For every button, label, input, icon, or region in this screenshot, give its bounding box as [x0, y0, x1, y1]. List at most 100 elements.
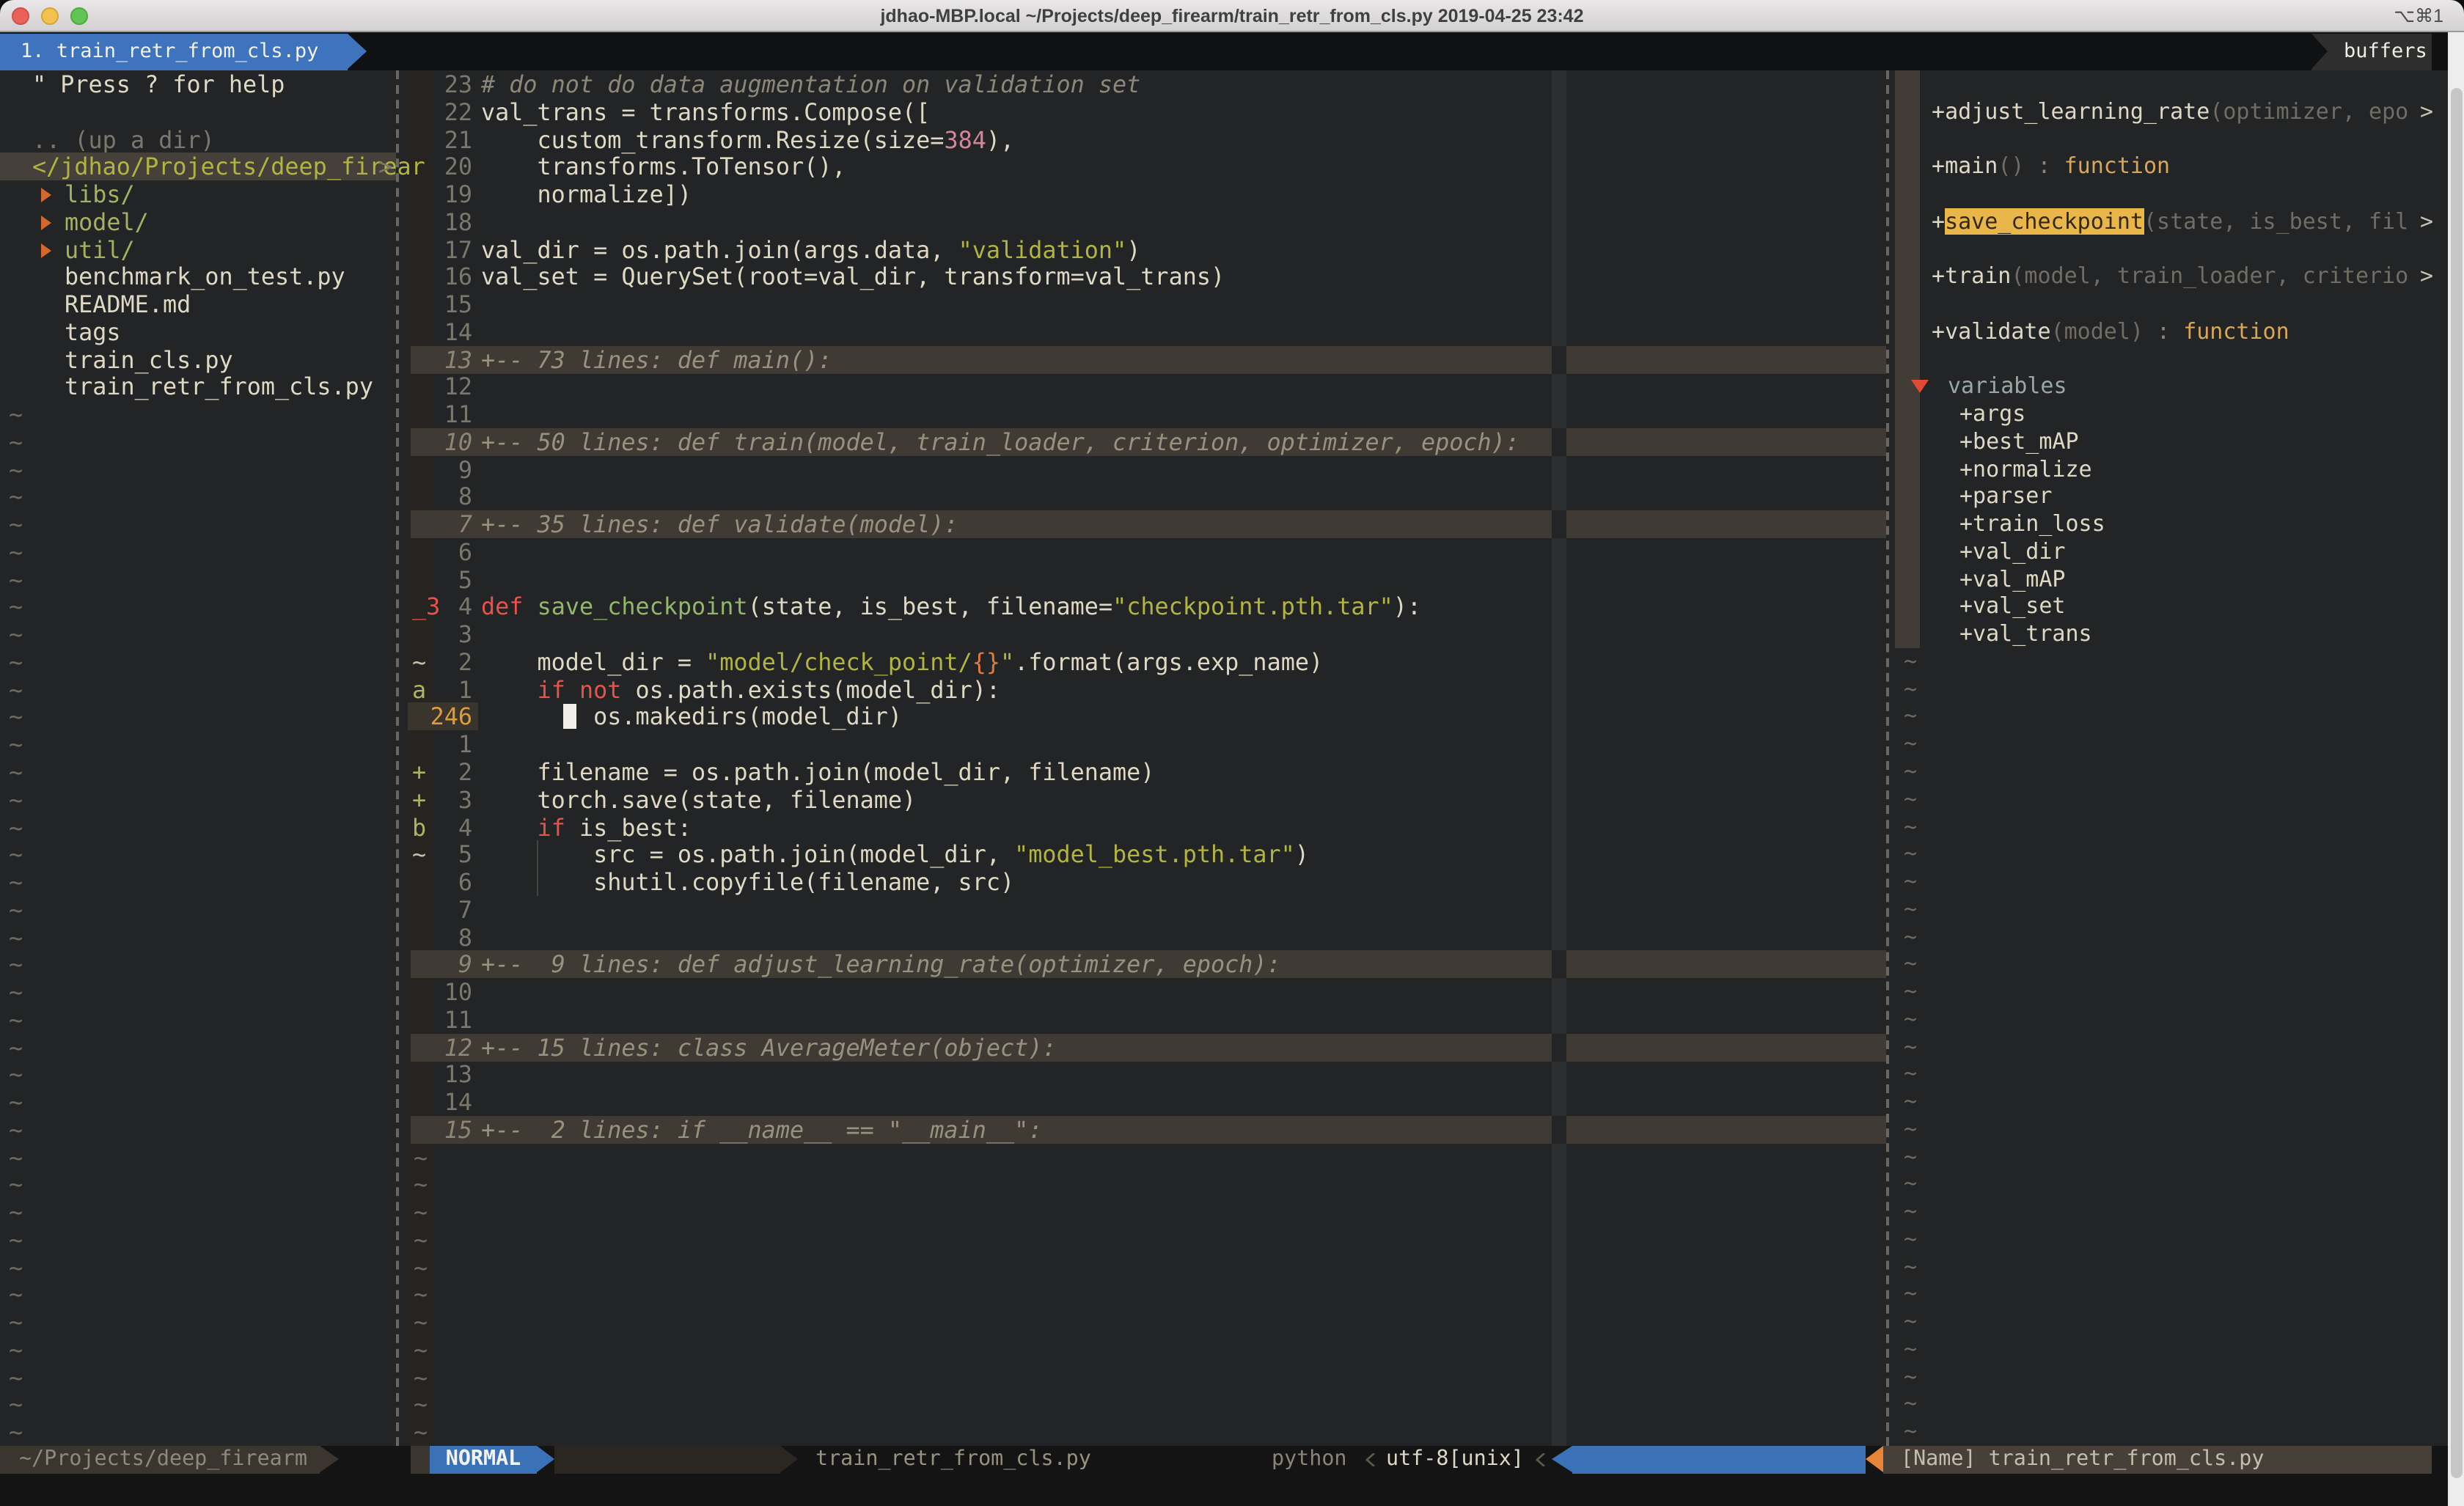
tilde-icon: ~: [1904, 675, 1917, 703]
screen: jdhao-MBP.local ~/Projects/deep_firearm/…: [0, 0, 2464, 1506]
git-segment: +8 ~3 -3 master⚡: [554, 1446, 780, 1474]
filler-tilde: ~: [0, 1336, 2448, 1364]
tilde-icon: ~: [1904, 1061, 1917, 1089]
filler-tilde: ~: [0, 703, 2448, 731]
truncation-marker: >: [2420, 208, 2433, 236]
tag-entry: +adjust_learning_rate(optimizer, epo: [1932, 98, 2408, 126]
terminal-content: 1. train_retr_from_cls.py buffers " Pres…: [0, 32, 2464, 1506]
filler-tilde: ~: [0, 1226, 2448, 1254]
tag-item-parser[interactable]: +parser: [0, 483, 2448, 511]
tag-item-val_mAP[interactable]: +val_mAP: [0, 565, 2448, 593]
tagbar-row: [0, 125, 2448, 153]
tagbar-separator[interactable]: [1886, 70, 1889, 1446]
tilde-icon: ~: [1904, 1281, 1917, 1309]
tag-name: +val_mAP: [1959, 565, 2066, 593]
tag-item-val_set[interactable]: +val_set: [0, 593, 2448, 621]
filler-tilde: ~: [0, 758, 2448, 786]
tag-kind-sep: :: [2024, 153, 2064, 180]
filler-tilde: ~: [0, 1253, 2448, 1281]
tag-kind-header: variables: [1948, 373, 2067, 401]
filler-tilde: ~: [0, 1171, 2448, 1199]
tilde-icon: ~: [1904, 1391, 1917, 1419]
tilde-icon: ~: [1904, 1143, 1917, 1171]
statusline-filename: train_retr_from_cls.py: [815, 1446, 1091, 1474]
tag-item-train[interactable]: +train(model, train_loader, criterio>: [0, 263, 2448, 291]
tag-signature: (model, train_loader, criterio: [2011, 263, 2408, 290]
tag-name: +val_set: [1959, 593, 2066, 621]
filler-tilde: ~: [0, 1198, 2448, 1226]
tag-item-best_mAP[interactable]: +best_mAP: [0, 428, 2448, 456]
tagbar-row: [0, 70, 2448, 98]
tag-item-val_trans[interactable]: +val_trans: [0, 620, 2448, 648]
filler-tilde: ~: [0, 868, 2448, 896]
command-line: [0, 1474, 2448, 1506]
filler-tilde: ~: [0, 1033, 2448, 1061]
scrollbar-thumb[interactable]: [2450, 88, 2462, 1478]
tag-item-normalize[interactable]: +normalize: [0, 455, 2448, 483]
chevron-left-icon: [1536, 1453, 1546, 1465]
tagbar-row: [0, 180, 2448, 208]
vim-windows: " Press ? for help.. (up a dir)</jdhao/P…: [0, 70, 2448, 1446]
tilde-icon: ~: [1904, 1336, 1917, 1364]
tilde-icon: ~: [1904, 868, 1917, 896]
filler-tilde: ~: [0, 951, 2448, 979]
filler-tilde: ~: [0, 730, 2448, 758]
tag-signature: (): [1998, 153, 2024, 180]
tag-name[interactable]: save_checkpoint: [1945, 208, 2144, 235]
tab-shortcut-hint: ⌥⌘1: [2394, 0, 2443, 32]
filler-tilde: ~: [0, 1281, 2448, 1309]
tag-name[interactable]: train: [1945, 263, 2011, 290]
tag-entry: +validate(model) : function: [1932, 318, 2289, 346]
nerdtree-separator[interactable]: [396, 70, 399, 1446]
nerdtree-statusline: ~/Projects/deep_firearm: [0, 1446, 320, 1474]
position-segment: 86% ☰ 246/284LN : 5: [1572, 1446, 1866, 1474]
tag-name[interactable]: main: [1945, 153, 1998, 180]
tag-name[interactable]: adjust_learning_rate: [1945, 98, 2210, 125]
filler-tilde: ~: [0, 813, 2448, 841]
tagbar-row: [0, 290, 2448, 318]
tag-entry: +save_checkpoint(state, is_best, fil: [1932, 208, 2408, 236]
tag-item-save_checkpoint[interactable]: +save_checkpoint(state, is_best, fil >: [0, 208, 2448, 236]
tag-entry: +train(model, train_loader, criterio: [1932, 263, 2408, 291]
tilde-icon: ~: [1904, 813, 1917, 841]
fold-open-icon[interactable]: [1911, 381, 1929, 394]
statusline-pad: [411, 1446, 430, 1474]
tag-item-validate[interactable]: +validate(model) : function: [0, 318, 2448, 346]
tag-item-val_dir[interactable]: +val_dir: [0, 538, 2448, 566]
filler-tilde: ~: [0, 1061, 2448, 1089]
tilde-icon: ~: [1904, 648, 1917, 676]
filler-tilde: ~: [0, 1088, 2448, 1116]
tilde-icon: ~: [1904, 1088, 1917, 1116]
powerline-arrow-icon: [1552, 1446, 1572, 1472]
buffers-label[interactable]: buffers: [2311, 34, 2432, 70]
tilde-icon: ~: [1904, 978, 1917, 1006]
tag-item-train_loss[interactable]: +train_loss: [0, 510, 2448, 538]
tilde-icon: ~: [1904, 1116, 1917, 1144]
tag-section-variables[interactable]: variables: [0, 373, 2448, 401]
tilde-icon: ~: [1904, 1253, 1917, 1281]
tab-train-retr-from-cls[interactable]: 1. train_retr_from_cls.py: [0, 34, 348, 70]
tilde-icon: ~: [1904, 730, 1917, 758]
filler-tilde: ~: [0, 675, 2448, 703]
tag-kind: function: [2064, 153, 2171, 180]
tag-name[interactable]: validate: [1945, 318, 2051, 345]
filler-tilde: ~: [0, 1308, 2448, 1336]
tag-kind-sep: :: [2144, 318, 2183, 345]
tag-item-args[interactable]: +args: [0, 400, 2448, 428]
tag-name: +best_mAP: [1959, 428, 2079, 456]
tag-signature: (optimizer, epo: [2210, 98, 2408, 125]
tilde-icon: ~: [1904, 951, 1917, 979]
tag-item-adjust_learning_rate[interactable]: +adjust_learning_rate(optimizer, epo>: [0, 98, 2448, 126]
tag-name: +val_dir: [1959, 538, 2066, 566]
statusline-filetype: python: [1272, 1446, 1347, 1474]
tilde-icon: ~: [1904, 786, 1917, 814]
buffers-label-text: buffers: [2344, 40, 2427, 63]
tag-item-main[interactable]: +main() : function: [0, 153, 2448, 181]
tag-name: +args: [1959, 400, 2025, 428]
filler-tilde: ~: [0, 1363, 2448, 1391]
filler-tilde: ~: [0, 841, 2448, 869]
scrollbar[interactable]: [2448, 32, 2464, 1506]
tag-signature: (model): [2051, 318, 2144, 345]
tag-entry: +main() : function: [1932, 153, 2170, 181]
filler-tilde: ~: [0, 978, 2448, 1006]
